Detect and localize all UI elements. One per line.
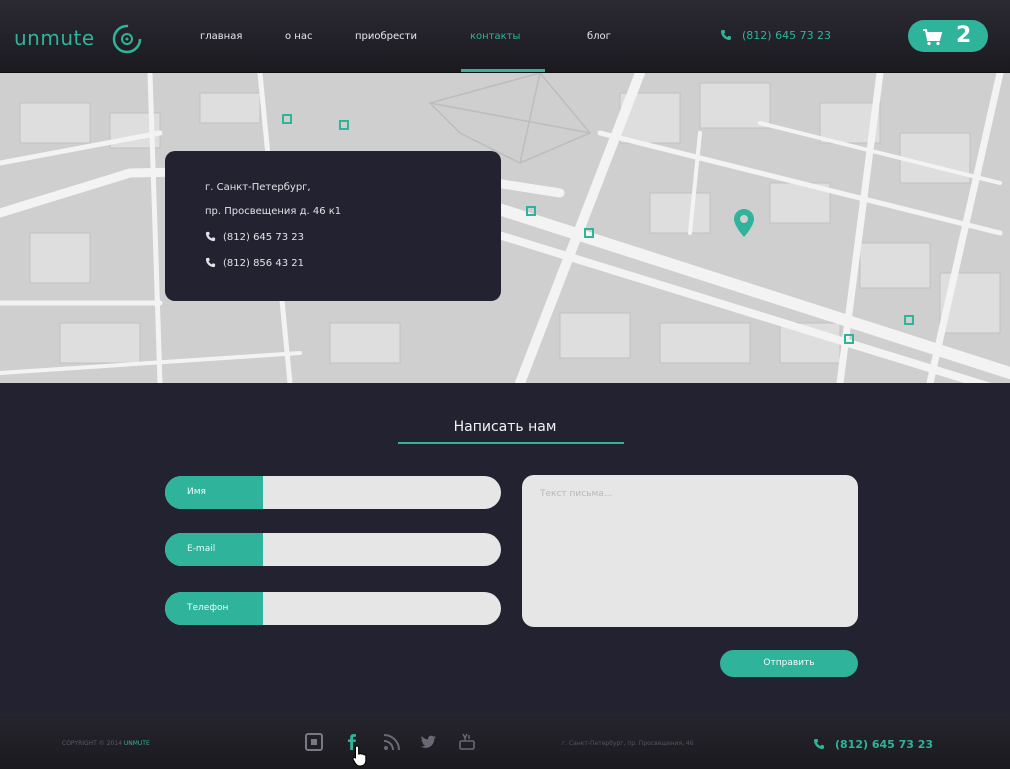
phone-input[interactable]	[263, 592, 501, 625]
nav-active-indicator	[461, 69, 545, 72]
phone-icon	[721, 30, 731, 40]
map[interactable]: г. Санкт-Петербург, пр. Просвещения д. 4…	[0, 73, 1010, 383]
address-line-2: пр. Просвещения д. 46 к1	[205, 206, 342, 217]
address-line-1: г. Санкт-Петербург,	[205, 182, 311, 193]
phone-field[interactable]: Телефон	[165, 592, 501, 625]
map-streets	[0, 73, 1010, 383]
email-field[interactable]: E-mail	[165, 533, 501, 566]
email-field-label: E-mail	[165, 533, 263, 566]
message-textarea[interactable]	[522, 475, 858, 627]
phone-icon	[205, 231, 216, 242]
youtube-icon[interactable]	[458, 733, 476, 751]
header-phone[interactable]: (812) 645 73 23	[720, 29, 831, 42]
cart-button[interactable]: 2	[908, 20, 988, 52]
hand-cursor-icon	[352, 745, 367, 767]
name-field-label: Имя	[165, 476, 263, 509]
phone-icon	[205, 257, 216, 268]
nav-item-about[interactable]: о нас	[285, 31, 312, 42]
footer-address: г. Санкт-Петербург, пр. Просвещения, 46	[562, 740, 694, 747]
vk-icon[interactable]	[305, 733, 323, 751]
footer-phone-number: (812) 645 73 23	[835, 738, 934, 751]
logo-icon[interactable]	[110, 22, 144, 56]
email-input[interactable]	[263, 533, 501, 566]
rss-icon[interactable]	[383, 733, 401, 751]
contact-form-section: Написать нам Имя E-mail Телефон Отправит…	[0, 383, 1010, 713]
name-input[interactable]	[263, 476, 501, 509]
site-footer: COPYRIGHT © 2014 UNMUTE г. Санкт-Петербу…	[0, 713, 1010, 769]
nav-item-blog[interactable]: блог	[587, 31, 611, 42]
address-phone-2: (812) 856 43 21	[205, 257, 304, 269]
phone-field-label: Телефон	[165, 592, 263, 625]
map-pin-icon[interactable]	[733, 208, 755, 238]
site-header: unmute главная о нас приобрести контакты…	[0, 0, 1010, 73]
nav-item-home[interactable]: главная	[200, 31, 242, 42]
form-title: Написать нам	[453, 419, 557, 435]
cart-icon	[923, 29, 943, 46]
header-phone-number: (812) 645 73 23	[742, 29, 832, 42]
footer-phone[interactable]: (812) 645 73 23	[813, 738, 933, 751]
address-card: г. Санкт-Петербург, пр. Просвещения д. 4…	[165, 151, 501, 301]
twitter-icon[interactable]	[420, 733, 438, 751]
name-field[interactable]: Имя	[165, 476, 501, 509]
form-title-underline	[398, 442, 624, 444]
copyright: COPYRIGHT © 2014 UNMUTE	[62, 740, 150, 747]
nav-item-contacts[interactable]: контакты	[470, 31, 520, 42]
phone-icon	[814, 739, 824, 749]
nav-item-buy[interactable]: приобрести	[355, 31, 417, 42]
submit-button[interactable]: Отправить	[720, 650, 858, 677]
copyright-brand[interactable]: UNMUTE	[124, 740, 150, 747]
cart-count: 2	[956, 23, 972, 48]
logo-text[interactable]: unmute	[14, 26, 95, 50]
address-phone-1: (812) 645 73 23	[205, 231, 304, 243]
